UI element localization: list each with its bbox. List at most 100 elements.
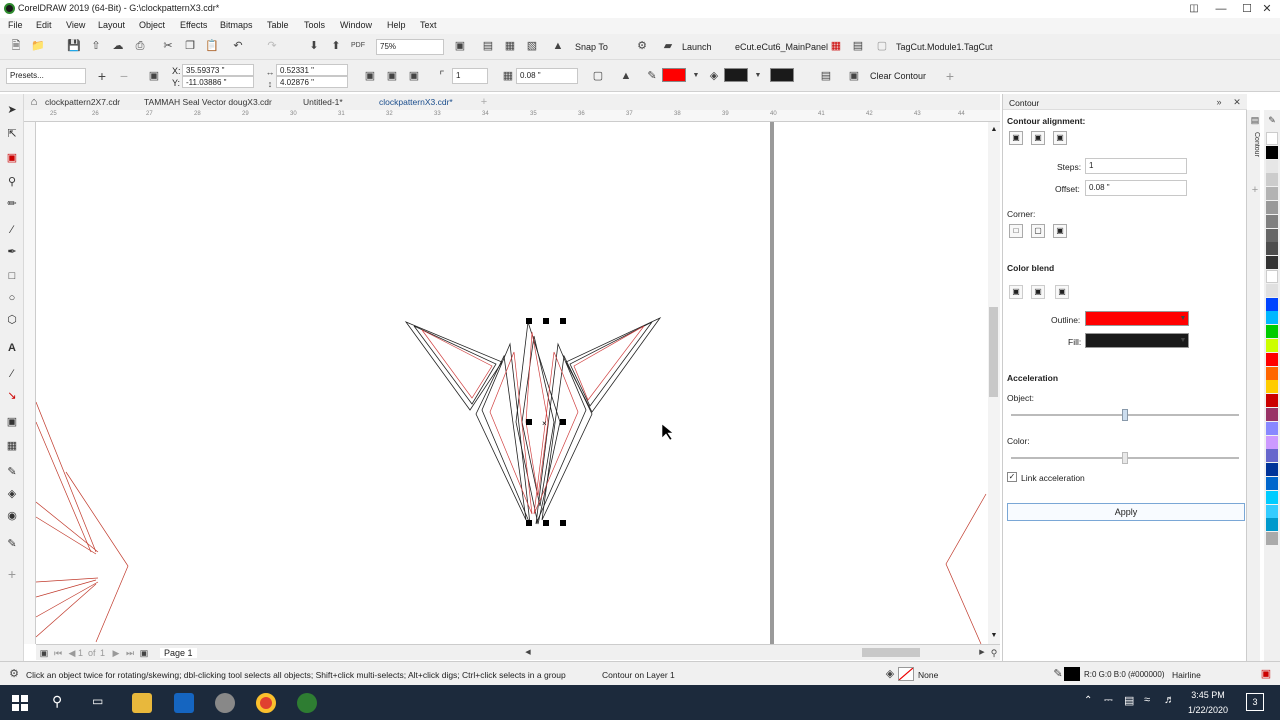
tray-expand-icon[interactable]: ⌃ [1084,695,1092,706]
menu-edit[interactable]: Edit [36,20,52,30]
offset-input[interactable]: 0.08 " [516,68,578,84]
no-fill-swatch[interactable] [898,667,914,681]
snap-to-dropdown[interactable]: Snap To [575,42,608,52]
tab-untitled-1[interactable]: Untitled-1* [303,97,343,107]
palette-swatch[interactable] [1266,228,1278,242]
volume-icon[interactable]: ♬ [1164,694,1175,706]
vertical-ruler[interactable] [24,122,36,644]
palette-swatch[interactable] [1266,352,1278,366]
task-view-icon[interactable]: ▭ [92,694,103,708]
upload-icon[interactable]: ⇧ [88,38,104,54]
palette-swatch[interactable] [1266,366,1278,380]
outline-color-status-swatch[interactable] [1064,667,1080,681]
palette-swatch[interactable] [1266,173,1278,187]
palette-swatch[interactable] [1266,297,1278,311]
menu-file[interactable]: File [8,20,23,30]
corner-bevel-icon[interactable]: ▣ [1053,224,1067,238]
width-input[interactable]: 0.52331 " [276,64,348,76]
contour-object[interactable] [404,316,662,525]
palette-swatch[interactable] [1266,518,1278,532]
artistic-media-icon[interactable]: ∕ [4,222,20,238]
tab-clockpatternx3-active[interactable]: clockpatternX3.cdr* [379,97,453,107]
undo-icon[interactable]: ↶ [230,38,246,54]
taskbar-date[interactable]: 1/22/2020 [1186,705,1230,715]
palette-swatch[interactable] [1266,394,1278,408]
launch-dropdown[interactable]: Launch [682,42,712,52]
palette-swatch[interactable] [1266,325,1278,339]
palette-swatch[interactable] [1266,477,1278,490]
table-icon[interactable]: ▤ [850,38,866,54]
cloud-icon[interactable]: ☁ [110,38,126,54]
palette-swatch[interactable] [1266,449,1278,463]
redo-icon[interactable]: ↷ [264,38,280,54]
apply-button[interactable]: Apply [1007,503,1245,521]
palette-swatch[interactable] [1266,339,1278,352]
zoom-fit-icon[interactable]: ▣ [452,38,468,54]
palette-swatch[interactable] [1266,504,1278,518]
palette-swatch[interactable] [1266,145,1278,159]
minimize-button[interactable]: — [1208,0,1234,18]
palette-swatch[interactable] [1266,421,1278,435]
menu-tools[interactable]: Tools [304,20,325,30]
fill-color-swatch[interactable] [724,68,748,82]
navigator-zoom-icon[interactable]: ⚲ [986,645,1002,661]
pdf-icon[interactable]: PDF [350,38,366,54]
new-tab-icon[interactable]: + [476,94,492,110]
clear-contour-button[interactable]: Clear Contour [870,71,926,81]
settings-gear-icon[interactable]: ⚙ [634,38,650,54]
corner-icon[interactable]: ▢ [590,68,606,84]
zoom-level-select[interactable]: 75% [376,39,444,55]
app-taskbar-icon[interactable] [215,693,235,713]
polygon-tool-icon[interactable]: ⬡ [4,312,20,328]
new-document-icon[interactable]: 🗎 [8,38,24,54]
palette-swatch[interactable] [1266,132,1278,145]
status-right-icon[interactable]: ▣ [1258,666,1274,682]
rectangle-tool-icon[interactable]: □ [4,268,20,284]
contour-inside-icon[interactable]: ▣ [384,68,400,84]
color-blend-icon[interactable]: ▲ [618,68,634,84]
remove-preset-icon[interactable]: − [116,68,132,84]
blend-clockwise-icon[interactable]: ▣ [1031,285,1045,299]
network-icon[interactable]: ▤ [1124,694,1134,707]
palette-swatch[interactable] [1266,214,1278,228]
quick-customize-icon[interactable]: + [4,566,20,582]
scroll-left-icon[interactable]: ◀ [520,645,536,661]
menu-text[interactable]: Text [420,20,437,30]
steps-input[interactable]: 1 [452,68,488,84]
palette-eyedropper-icon[interactable]: ✎ [1264,112,1280,128]
docker-tab-properties-icon[interactable]: ▤ [1247,112,1263,128]
outline-color-swatch[interactable] [662,68,686,82]
menu-object[interactable]: Object [139,20,165,30]
presets-select[interactable]: Presets... [6,68,86,84]
menu-bitmaps[interactable]: Bitmaps [220,20,253,30]
align-center-icon[interactable]: ▣ [1009,131,1023,145]
interactive-fill-icon[interactable]: ◈ [4,486,20,502]
page-1-tab[interactable]: Page 1 [160,648,197,658]
launch-icon[interactable]: ▰ [660,38,676,54]
search-icon[interactable]: ⚲ [52,693,62,710]
menu-window[interactable]: Window [340,20,372,30]
vertical-scrollbar[interactable]: ▲ ▼ [988,122,1000,644]
guidelines-icon[interactable]: ▧ [524,38,540,54]
drop-shadow-icon[interactable]: ▣ [4,414,20,430]
usb-icon[interactable]: ⎓ [1104,694,1113,707]
align-inside-icon[interactable]: ▣ [1031,131,1045,145]
contour-center-icon[interactable]: ▣ [362,68,378,84]
contour-outside-icon[interactable]: ▣ [406,68,422,84]
home-icon[interactable]: ⌂ [26,94,42,110]
outline-pen-icon[interactable]: ✎ [4,536,20,552]
ecut-macro-button[interactable]: eCut.eCut6_MainPanel [735,42,828,52]
shape-tool-icon[interactable]: ⇱ [4,126,20,142]
snap-icon[interactable]: ▲ [550,38,566,54]
contour-docker-tab[interactable]: Contour [1248,132,1260,168]
color-acceleration-thumb[interactable] [1122,452,1128,464]
palette-swatch[interactable] [1266,311,1278,325]
docker-steps-input[interactable]: 1 [1085,158,1187,174]
chrome-icon[interactable] [256,693,276,713]
zoom-tool-icon[interactable]: ⚲ [4,174,20,190]
paste-icon[interactable]: 📋 [204,38,220,54]
eyedropper-icon[interactable]: ✎ [4,464,20,480]
palette-swatch[interactable] [1266,187,1278,201]
file-explorer-icon[interactable] [132,693,152,713]
menu-effects[interactable]: Effects [180,20,207,30]
